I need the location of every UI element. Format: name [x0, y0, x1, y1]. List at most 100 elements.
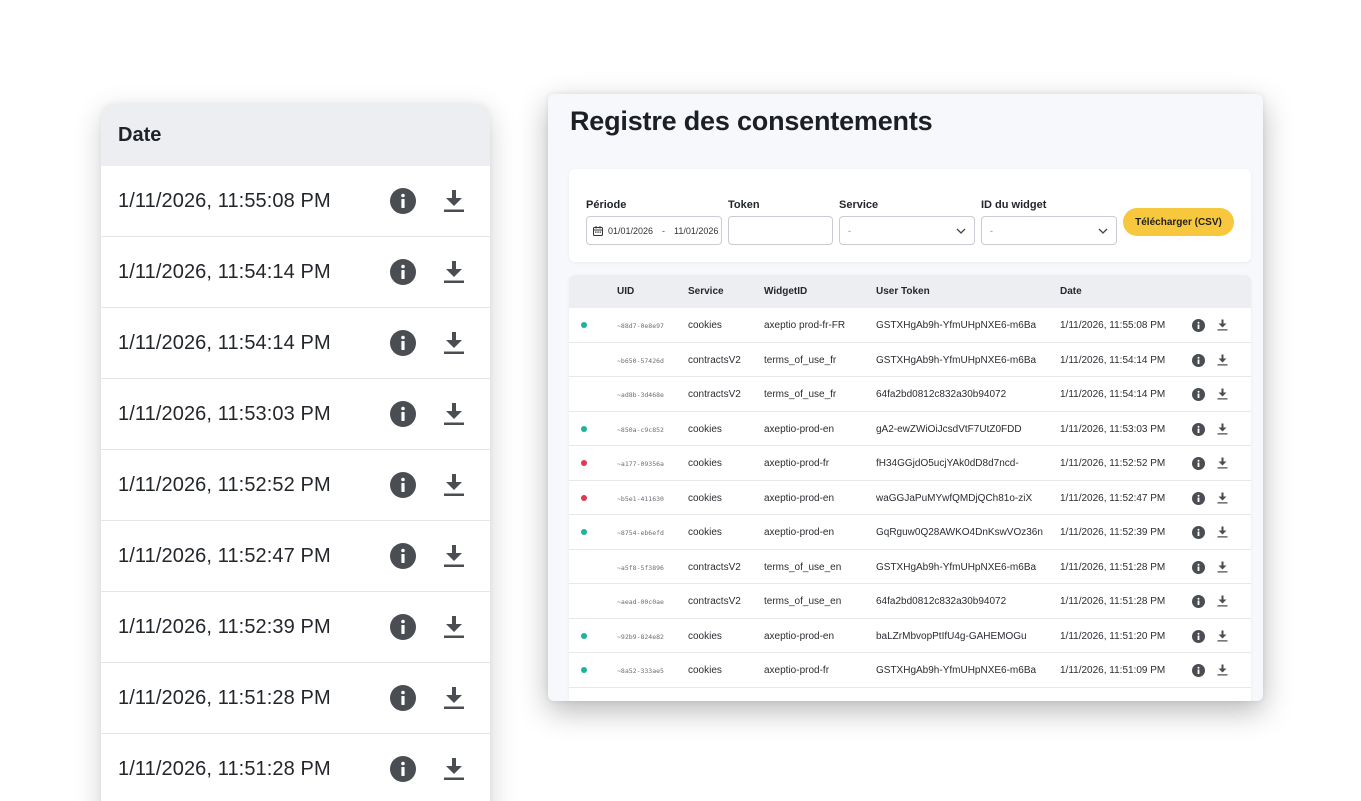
info-icon[interactable]	[390, 259, 416, 285]
zoomed-date-row: 1/11/2026, 11:54:14 PM	[101, 237, 490, 308]
service-select[interactable]: -	[839, 216, 975, 245]
table-row[interactable]: ~a5f8-5f3896 contractsV2 terms_of_use_en…	[569, 550, 1251, 584]
download-icon[interactable]	[1217, 630, 1228, 642]
cell-uid: ~92b9-824e82	[617, 632, 664, 641]
info-icon[interactable]	[390, 188, 416, 214]
download-icon[interactable]	[1217, 457, 1228, 469]
info-icon[interactable]	[1192, 353, 1205, 367]
info-icon[interactable]	[390, 330, 416, 356]
cell-date: 1/11/2026, 11:52:52 PM	[1060, 458, 1166, 469]
cell-service: cookies	[688, 665, 722, 676]
download-icon[interactable]	[1217, 561, 1228, 573]
zoomed-date-text: 1/11/2026, 11:51:28 PM	[118, 757, 331, 780]
cell-service: contractsV2	[688, 389, 741, 400]
download-icon[interactable]	[443, 615, 465, 639]
zoomed-date-text: 1/11/2026, 11:55:08 PM	[118, 189, 331, 212]
info-icon[interactable]	[1192, 388, 1205, 401]
header-user-token: User Token	[876, 286, 930, 297]
download-icon[interactable]	[1217, 423, 1228, 435]
header-service: Service	[688, 286, 724, 297]
cell-user-token: 64fa2bd0812c832a30b94072	[876, 389, 1007, 400]
zoomed-date-row: 1/11/2026, 11:53:03 PM	[101, 379, 490, 450]
info-icon[interactable]	[390, 756, 416, 782]
status-dot	[581, 460, 587, 466]
info-icon[interactable]	[390, 401, 416, 427]
period-date-range-picker[interactable]: 01/01/2026 - 11/01/2026	[586, 216, 722, 245]
download-icon[interactable]	[1217, 319, 1228, 331]
cell-widget-id: axeptio-prod-en	[764, 423, 835, 435]
cell-user-token: fH34GGjdO5ucjYAk0dD8d7ncd-	[876, 458, 1019, 469]
period-end-value: 11/01/2026	[674, 225, 719, 236]
cell-date: 1/11/2026, 11:52:47 PM	[1060, 492, 1166, 504]
cell-widget-id: axeptio prod-fr-FR	[764, 320, 846, 331]
cell-user-token: GqRguw0Q28AWKO4DnKswVOz36n	[876, 527, 1043, 538]
download-icon[interactable]	[443, 260, 465, 284]
download-icon[interactable]	[1217, 354, 1228, 366]
info-icon[interactable]	[1192, 319, 1205, 332]
info-icon[interactable]	[1192, 526, 1205, 539]
cell-user-token: GSTXHgAb9h-YfmUHpNXE6-m6Ba	[876, 320, 1037, 331]
download-icon[interactable]	[443, 331, 465, 355]
cell-uid: ~ad8b-3d468e	[617, 391, 664, 399]
token-input[interactable]	[728, 216, 833, 245]
download-icon[interactable]	[443, 189, 465, 213]
info-icon[interactable]	[1192, 629, 1205, 643]
zoomed-date-text: 1/11/2026, 11:52:39 PM	[118, 615, 331, 638]
info-icon[interactable]	[1192, 422, 1205, 436]
download-icon[interactable]	[1217, 388, 1228, 400]
download-csv-button[interactable]: Télécharger (CSV)	[1123, 208, 1234, 236]
info-icon[interactable]	[390, 685, 416, 711]
info-icon[interactable]	[1192, 595, 1205, 608]
zoomed-date-list: 1/11/2026, 11:55:08 PM 1/11/2026, 11:54:…	[101, 166, 490, 801]
cell-service: cookies	[688, 492, 722, 504]
info-icon[interactable]	[390, 543, 416, 569]
cell-uid: ~8a52-333ae5	[617, 667, 664, 675]
info-icon[interactable]	[1192, 491, 1205, 505]
cell-uid: ~a5f8-5f3896	[617, 563, 664, 572]
table-row[interactable]: ~aead-00c0ae contractsV2 terms_of_use_en…	[569, 584, 1251, 619]
zoomed-date-column: Date 1/11/2026, 11:55:08 PM 1/11/2026, 1…	[101, 104, 490, 801]
download-icon[interactable]	[1217, 492, 1228, 504]
download-icon[interactable]	[443, 544, 465, 568]
cell-service: cookies	[688, 527, 722, 538]
table-row[interactable]: ~850a-c9c852 cookies axeptio-prod-en gA2…	[569, 412, 1251, 446]
info-icon[interactable]	[1192, 560, 1205, 574]
widget-id-label: ID du widget	[981, 199, 1047, 211]
download-icon[interactable]	[1217, 664, 1228, 676]
download-icon[interactable]	[1217, 526, 1228, 538]
table-row[interactable]: ~88d7-0e8e97 cookies axeptio prod-fr-FR …	[569, 308, 1251, 343]
info-icon[interactable]	[390, 614, 416, 640]
cell-user-token: GSTXHgAb9h-YfmUHpNXE6-m6Ba	[876, 354, 1037, 366]
cell-user-token: waGGJaPuMYwfQMDjQCh81o-ziX	[876, 492, 1033, 504]
table-row[interactable]: ~a177-09356a cookies axeptio-prod-fr fH3…	[569, 446, 1251, 481]
download-icon[interactable]	[443, 757, 465, 781]
download-icon[interactable]	[443, 686, 465, 710]
zoomed-date-row: 1/11/2026, 11:51:28 PM	[101, 663, 490, 734]
table-row[interactable]: ~8a52-333ae5 cookies axeptio-prod-fr GST…	[569, 653, 1251, 688]
zoomed-date-text: 1/11/2026, 11:52:52 PM	[118, 473, 331, 496]
info-icon[interactable]	[1192, 457, 1205, 470]
table-row[interactable]: ~92b9-824e82 cookies axeptio-prod-en baL…	[569, 619, 1251, 653]
status-dot	[581, 494, 587, 501]
cell-service: contractsV2	[688, 354, 741, 366]
info-icon[interactable]	[390, 472, 416, 498]
download-icon[interactable]	[1217, 595, 1228, 607]
widget-id-select[interactable]: -	[981, 216, 1117, 245]
service-select-value: -	[848, 225, 851, 236]
widget-id-select-value: -	[990, 225, 993, 236]
cell-service: contractsV2	[688, 561, 741, 573]
cell-user-token: gA2-ewZWiOiJcsdVtF7UtZ0FDD	[876, 423, 1022, 435]
table-row[interactable]: ~ad8b-3d468e contractsV2 terms_of_use_fr…	[569, 377, 1251, 412]
table-row[interactable]: ~b5e1-411630 cookies axeptio-prod-en waG…	[569, 481, 1251, 515]
download-icon[interactable]	[443, 473, 465, 497]
zoomed-date-row: 1/11/2026, 11:52:39 PM	[101, 592, 490, 663]
period-label: Période	[586, 199, 627, 211]
cell-widget-id: axeptio-prod-en	[764, 492, 835, 504]
status-dot	[581, 632, 587, 639]
table-row[interactable]: ~b650-57426d contractsV2 terms_of_use_fr…	[569, 343, 1251, 377]
cell-widget-id: terms_of_use_fr	[764, 389, 837, 400]
chevron-down-icon	[956, 228, 966, 234]
table-row[interactable]: ~8754-eb6efd cookies axeptio-prod-en GqR…	[569, 515, 1251, 550]
download-icon[interactable]	[443, 402, 465, 426]
info-icon[interactable]	[1192, 664, 1205, 677]
